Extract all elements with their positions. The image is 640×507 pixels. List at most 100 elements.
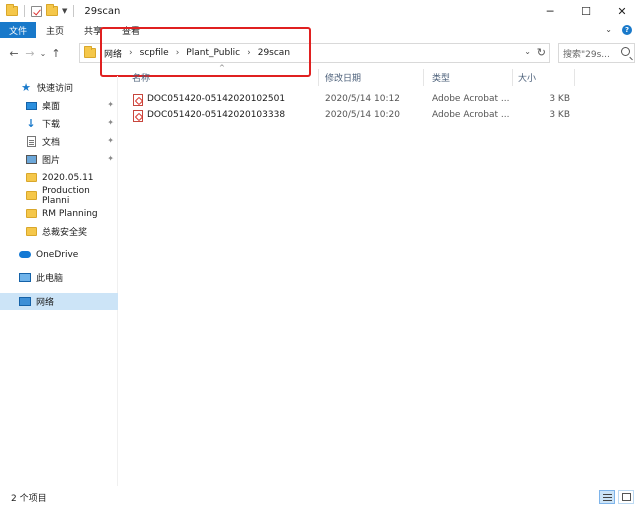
large-icons-view-icon — [621, 493, 631, 501]
window-title: 29scan — [84, 5, 121, 17]
properties-icon[interactable] — [31, 5, 42, 17]
file-type: Adobe Acrobat ... — [432, 110, 510, 120]
table-row[interactable]: DOC051420-05142020103338 2020/5/14 10:20… — [129, 108, 584, 124]
sidebar-item-onedrive[interactable]: OneDrive — [0, 246, 118, 263]
document-icon — [25, 136, 37, 147]
sort-ascending-icon: ^ — [219, 64, 225, 72]
large-icons-view-button[interactable] — [618, 490, 634, 504]
pin-icon[interactable]: ✦ — [107, 154, 114, 163]
sidebar-item-label: Production Planni — [42, 185, 90, 206]
column-header-name[interactable]: 名称 — [132, 68, 150, 86]
sidebar-item-label: 快速访问 — [37, 84, 74, 94]
sidebar-item-rm-planning[interactable]: RM Planning — [0, 205, 118, 222]
navigation-pane: ★ 快速访问 桌面 ✦ ↓ 下载 ✦ 文档 ✦ 图片 ✦ 2020.05.11 … — [0, 76, 118, 486]
tab-share[interactable]: 共享 — [74, 22, 112, 38]
search-input[interactable]: 搜索"29s... — [558, 43, 635, 63]
ribbon-tabs: 文件 主页 共享 查看 ⌄ ? — [0, 22, 640, 38]
ribbon-right-controls: ⌄ ? — [605, 25, 632, 35]
file-size: 3 KB — [549, 94, 570, 104]
pin-icon[interactable]: ✦ — [107, 100, 114, 109]
customize-toolbar-icon[interactable]: ▼ — [62, 7, 67, 15]
toolbar-divider — [73, 5, 75, 17]
sidebar-item-label: 桌面 — [42, 102, 61, 112]
refresh-button[interactable]: ↻ — [537, 46, 546, 59]
file-list: 名称 ^ 修改日期 类型 大小 DOC051420-05142020102501… — [119, 64, 640, 486]
file-date-modified: 2020/5/14 10:12 — [325, 94, 400, 104]
details-view-icon — [602, 493, 612, 501]
sidebar-item-desktop[interactable]: 桌面 ✦ — [0, 97, 118, 114]
sidebar-item-label: RM Planning — [42, 208, 98, 219]
address-bar[interactable]: 网络 › scpfile › Plant_Public › 29scan ⌄ ↻ — [79, 43, 550, 63]
new-folder-icon[interactable] — [46, 4, 58, 16]
tab-file[interactable]: 文件 — [0, 22, 37, 38]
column-header-label: 大小 — [518, 73, 537, 84]
column-header-date-modified[interactable]: 修改日期 — [325, 68, 361, 86]
recent-locations-button[interactable]: ⌄ — [38, 44, 48, 62]
tab-view[interactable]: 查看 — [112, 22, 150, 38]
expand-ribbon-icon[interactable]: ⌄ — [605, 25, 612, 35]
column-divider[interactable] — [512, 69, 513, 86]
breadcrumb-separator[interactable]: › — [176, 48, 180, 58]
view-switcher — [599, 490, 634, 504]
search-icon — [621, 47, 630, 56]
item-count: 2 个项目 — [11, 493, 47, 504]
help-icon[interactable]: ? — [622, 25, 632, 35]
sidebar-item-label: 下载 — [42, 120, 61, 130]
sidebar-item-label: 总裁安全奖 — [42, 228, 88, 238]
sidebar-item-president-safety-award[interactable]: 总裁安全奖 — [0, 223, 118, 240]
sidebar-item-pictures[interactable]: 图片 ✦ — [0, 151, 118, 168]
breadcrumb-network[interactable]: 网络 — [104, 47, 122, 60]
column-header-label: 修改日期 — [325, 73, 362, 84]
address-history-dropdown[interactable]: ⌄ — [524, 47, 531, 56]
title-bar: ▼ 29scan ─ ☐ ✕ — [0, 0, 640, 22]
table-row[interactable]: DOC051420-05142020102501 2020/5/14 10:12… — [129, 92, 584, 108]
column-header-label: 名称 — [132, 73, 151, 84]
breadcrumb-separator[interactable]: › — [129, 48, 133, 58]
file-name: DOC051420-05142020103338 — [147, 110, 286, 120]
up-button[interactable]: ↑ — [48, 44, 64, 62]
breadcrumb-separator[interactable]: › — [247, 48, 251, 58]
column-divider[interactable] — [318, 69, 319, 86]
folder-icon — [25, 172, 37, 183]
breadcrumb-scpfile[interactable]: scpfile — [140, 48, 169, 58]
sidebar-item-documents[interactable]: 文档 ✦ — [0, 133, 118, 150]
maximize-button[interactable]: ☐ — [568, 0, 604, 22]
folder-icon — [25, 190, 37, 201]
onedrive-icon — [19, 249, 31, 260]
network-icon — [19, 296, 31, 307]
sidebar-item-downloads[interactable]: ↓ 下载 ✦ — [0, 115, 118, 132]
breadcrumb-29scan[interactable]: 29scan — [258, 48, 290, 58]
forward-button[interactable]: → — [22, 44, 38, 62]
window-controls: ─ ☐ ✕ — [532, 0, 640, 22]
sidebar-item-production-planning[interactable]: Production Planni — [0, 185, 118, 206]
column-header-size[interactable]: 大小 — [518, 68, 536, 86]
search-placeholder: 搜索"29s... — [563, 49, 610, 60]
sidebar-item-label: 此电脑 — [36, 274, 64, 284]
tab-home[interactable]: 主页 — [36, 22, 74, 38]
column-header-type[interactable]: 类型 — [432, 68, 450, 86]
sidebar-item-this-pc[interactable]: 此电脑 — [0, 269, 118, 286]
pin-icon[interactable]: ✦ — [107, 136, 114, 145]
this-pc-icon — [19, 272, 31, 283]
download-icon: ↓ — [26, 117, 36, 130]
column-divider[interactable] — [574, 69, 575, 86]
file-type: Adobe Acrobat ... — [432, 94, 510, 104]
toolbar-divider — [24, 5, 25, 17]
sidebar-item-label: 图片 — [42, 156, 61, 166]
sidebar-item-quick-access[interactable]: ★ 快速访问 — [0, 79, 118, 96]
navigation-bar: ← → ⌄ ↑ 网络 › scpfile › Plant_Public › 29… — [0, 42, 640, 64]
sidebar-item-label: 网络 — [36, 298, 55, 308]
sidebar-item-label: 文档 — [42, 138, 61, 148]
close-button[interactable]: ✕ — [604, 0, 640, 22]
sidebar-item-2020-05-11[interactable]: 2020.05.11 — [0, 169, 118, 186]
pin-icon[interactable]: ✦ — [107, 118, 114, 127]
column-divider[interactable] — [423, 69, 424, 86]
minimize-button[interactable]: ─ — [532, 0, 568, 22]
pictures-icon — [25, 154, 37, 165]
file-date-modified: 2020/5/14 10:20 — [325, 110, 400, 120]
sidebar-item-network[interactable]: 网络 — [0, 293, 118, 310]
back-button[interactable]: ← — [6, 44, 22, 62]
details-view-button[interactable] — [599, 490, 615, 504]
folder-icon — [6, 4, 18, 16]
breadcrumb-plant-public[interactable]: Plant_Public — [186, 48, 240, 58]
